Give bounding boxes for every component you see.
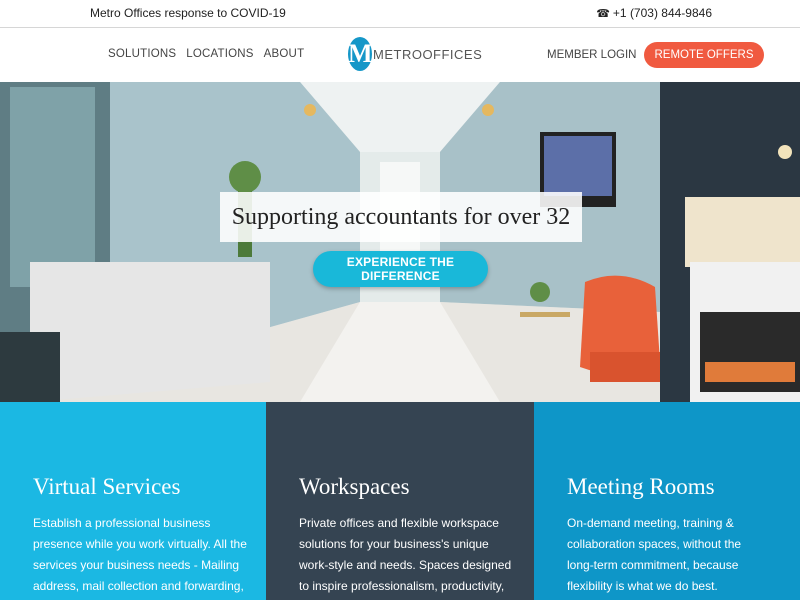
virtual-services-text: Establish a professional business presen… [33,516,247,593]
virtual-services-title[interactable]: Virtual Services [33,474,180,500]
logo-m-icon: M [348,37,373,71]
top-bar: Metro Offices response to COVID-19 ☎ +1 (… [0,0,800,28]
phone-number[interactable]: +1 (703) 844-9846 [613,6,712,20]
virtual-services-panel[interactable]: Virtual Services Establish a professiona… [0,402,266,600]
hero-banner: Supporting accountants for over 32 years… [0,82,800,402]
feature-columns: Virtual Services Establish a professiona… [0,402,800,600]
main-header: SOLUTIONS LOCATIONS ABOUT M METROOFFICES… [0,29,800,82]
meeting-rooms-panel[interactable]: Meeting Rooms On-demand meeting, trainin… [534,402,800,600]
meeting-rooms-title[interactable]: Meeting Rooms [567,474,715,500]
nav-about[interactable]: ABOUT [264,48,305,60]
header-actions: MEMBER LOGIN REMOTE OFFERS [547,42,764,68]
remote-offers-button[interactable]: REMOTE OFFERS [644,42,764,68]
experience-difference-button[interactable]: EXPERIENCE THE DIFFERENCE [313,251,488,287]
metro-offices-logo[interactable]: M METROOFFICES [348,37,482,71]
nav-locations[interactable]: LOCATIONS [186,48,253,60]
workspaces-text: Private offices and flexible workspace s… [299,516,512,593]
hero-headline-box: Supporting accountants for over 32 years… [220,192,582,280]
workspaces-title[interactable]: Workspaces [299,474,410,500]
member-login-link[interactable]: MEMBER LOGIN [547,49,636,61]
workspaces-panel[interactable]: Workspaces Private offices and flexible … [266,402,534,600]
logo-text: METROOFFICES [373,46,483,62]
phone-contact[interactable]: ☎ +1 (703) 844-9846 [596,6,712,20]
meeting-rooms-text: On-demand meeting, training & collaborat… [567,516,742,593]
phone-icon: ☎ [596,8,610,20]
primary-nav: SOLUTIONS LOCATIONS ABOUT [108,48,304,60]
nav-solutions[interactable]: SOLUTIONS [108,48,176,60]
covid-response-link[interactable]: Metro Offices response to COVID-19 [90,6,286,20]
